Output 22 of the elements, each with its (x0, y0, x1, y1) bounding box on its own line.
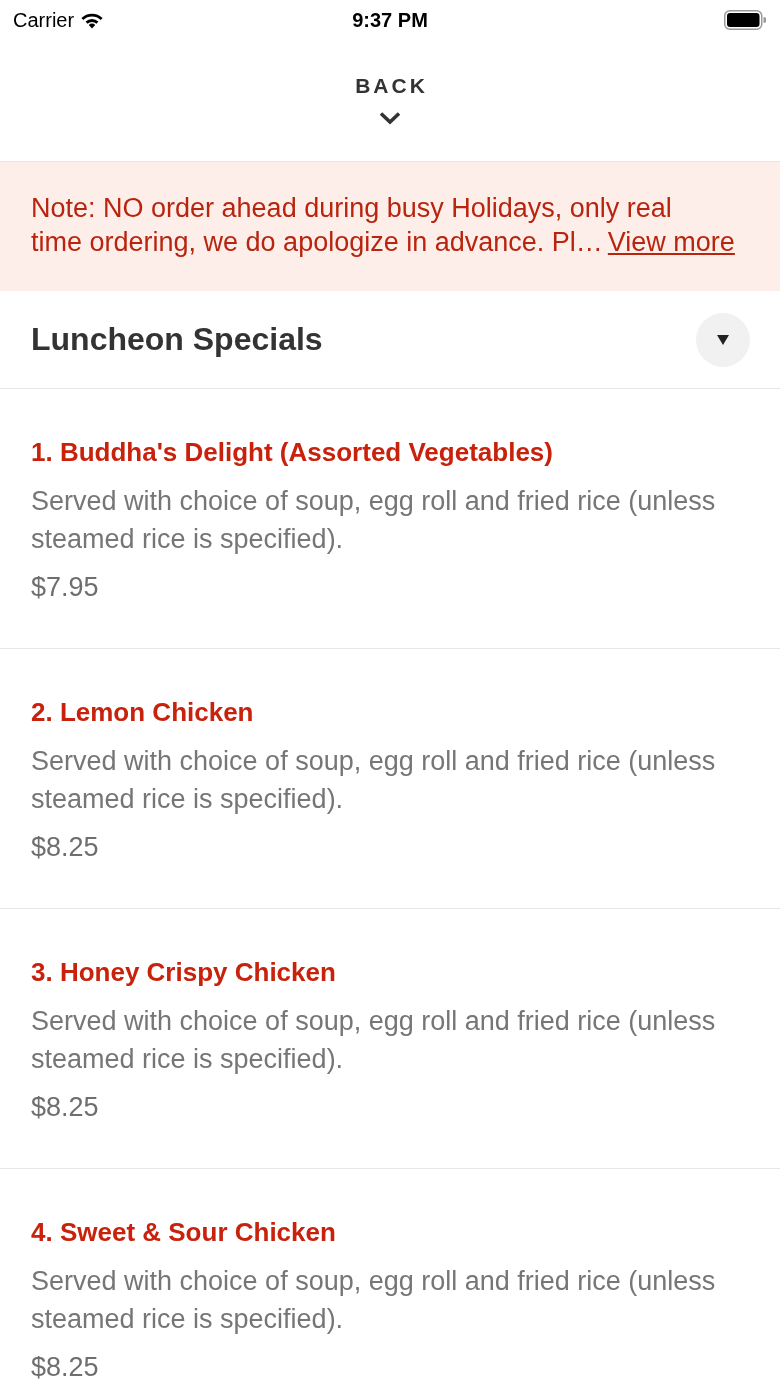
item-price: $8.25 (31, 832, 100, 862)
item-name[interactable]: 1. Buddha's Delight (Assorted Vegetables) (31, 437, 749, 467)
item-description: Served with choice of soup, egg roll and fried rice (unless steamed rice is specified). (31, 485, 717, 556)
item-name[interactable]: 3. Honey Crispy Chicken (31, 957, 749, 987)
item-price: $8.25 (31, 1352, 100, 1382)
carrier-name: Carrier (13, 8, 75, 32)
item-name[interactable]: 2. Lemon Chicken (31, 697, 749, 727)
item-description: Served with choice of soup, egg roll and fried rice (unless steamed rice is specified). (31, 1005, 717, 1076)
view-more-link[interactable]: View more (607, 227, 735, 257)
chevron-down-icon (379, 111, 401, 125)
item-name[interactable]: 4. Sweet & Sour Chicken (31, 1217, 749, 1247)
item-description: Served with choice of soup, egg roll and fried rice (unless steamed rice is specified). (31, 745, 717, 816)
item-description: Served with choice of soup, egg roll and fried rice (unless steamed rice is specified). (31, 1265, 717, 1336)
item-price: $7.95 (31, 572, 100, 602)
item-price: $8.25 (31, 1092, 100, 1122)
notice-text: Note: NO order ahead during busy Holidays, only real time ordering, we do apologize in advance. Pl… View more (31, 192, 736, 259)
battery-icon (724, 10, 766, 30)
wifi-icon (80, 11, 105, 29)
section-title: Luncheon Specials (31, 321, 323, 358)
caret-icon (717, 334, 729, 345)
clock-time: 9:37 PM (352, 8, 428, 32)
back-button[interactable]: BACK (352, 73, 428, 125)
